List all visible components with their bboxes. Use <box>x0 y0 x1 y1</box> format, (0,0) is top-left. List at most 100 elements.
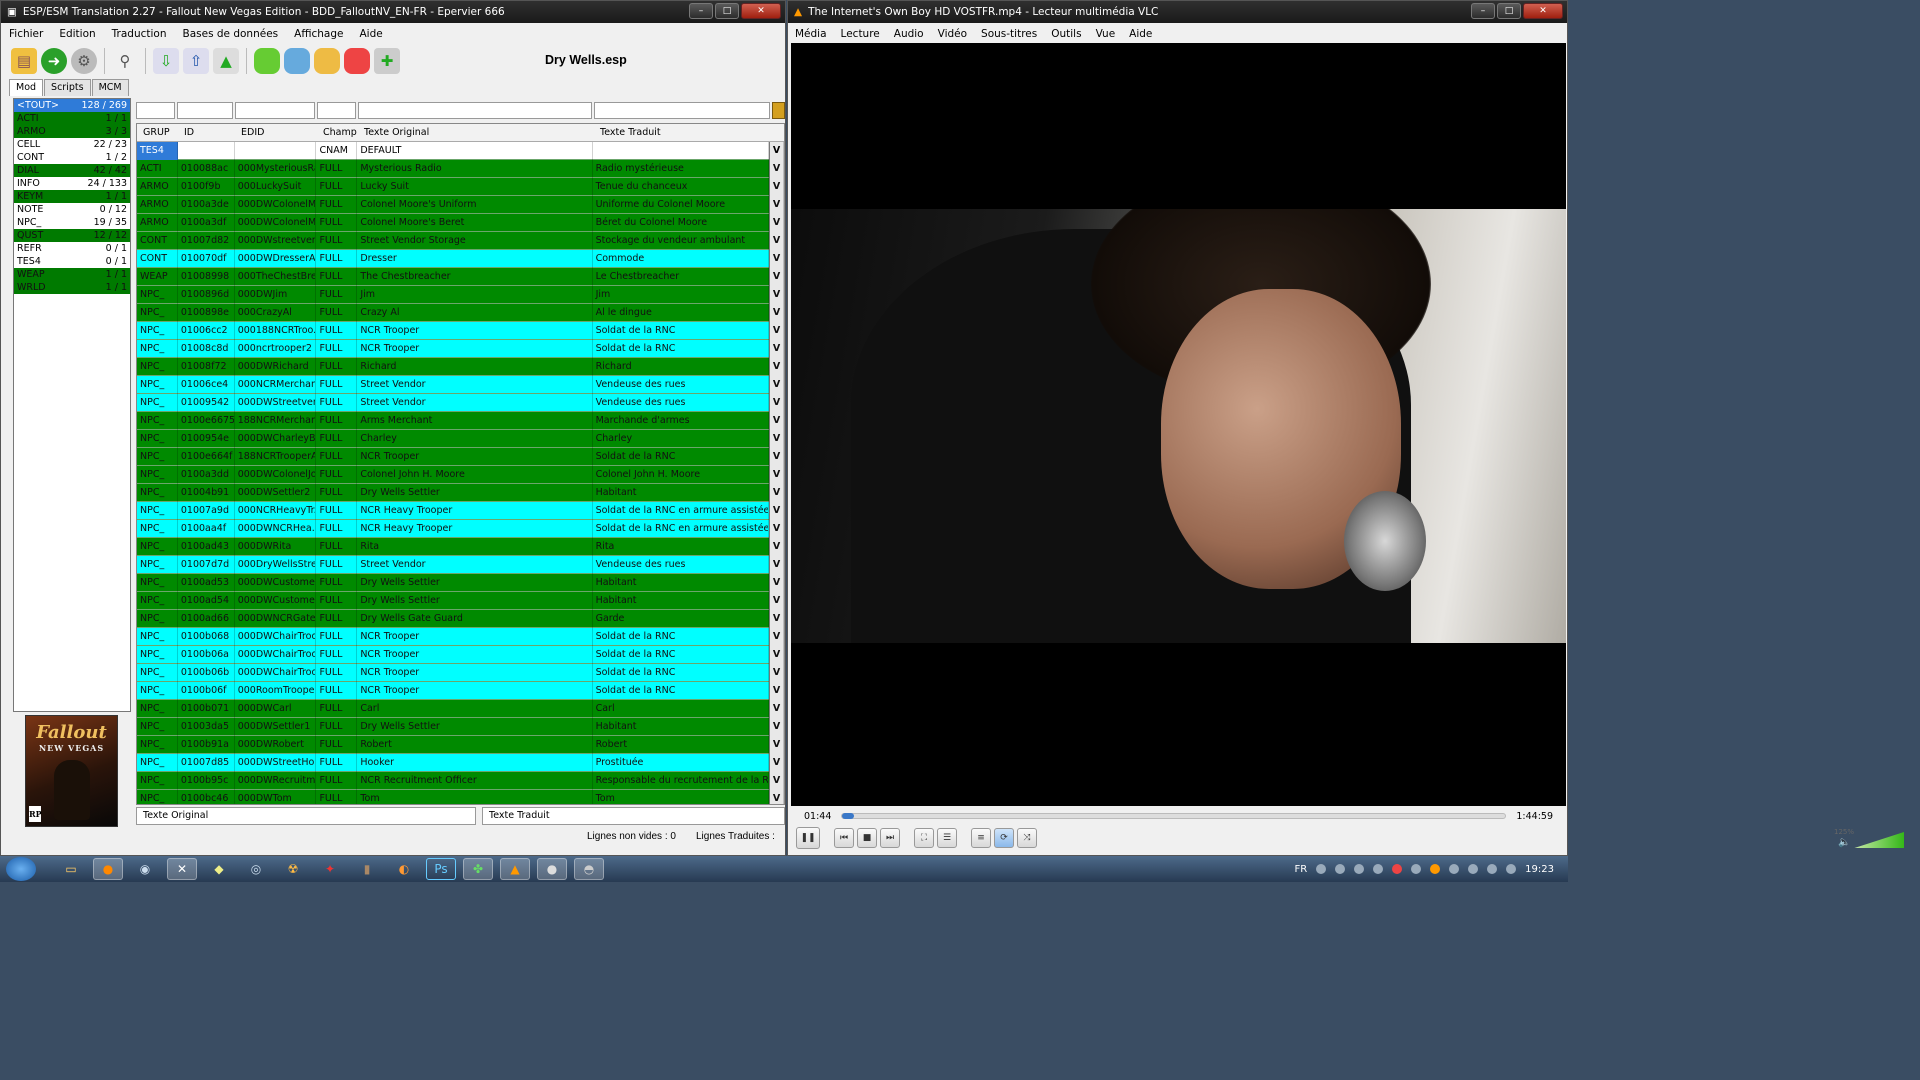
skype-icon[interactable] <box>1373 864 1384 874</box>
stop-button[interactable]: ■ <box>857 828 877 848</box>
menu-traduction[interactable]: Traduction <box>104 28 175 40</box>
validate-cell[interactable]: V <box>769 699 784 718</box>
maximize-button[interactable]: □ <box>715 3 739 19</box>
col-edid[interactable]: EDID <box>235 127 317 138</box>
menu-aide[interactable]: Aide <box>351 28 390 40</box>
validate-cell[interactable]: V <box>769 591 784 610</box>
table-row[interactable]: NPC_01007d7d000DryWellsStre...FULLStreet… <box>137 555 784 574</box>
vlc-menu-lecture[interactable]: Lecture <box>834 28 887 40</box>
vlc-menu-outils[interactable]: Outils <box>1044 28 1088 40</box>
video-area[interactable] <box>791 43 1566 806</box>
filter-button[interactable] <box>772 102 785 119</box>
language-indicator[interactable]: FR <box>1294 864 1307 875</box>
col-champ[interactable]: Champ <box>317 127 358 138</box>
validate-cell[interactable]: V <box>769 357 784 376</box>
shuffle-button[interactable]: ⤨ <box>1017 828 1037 848</box>
validate-cell[interactable]: V <box>769 681 784 700</box>
table-row[interactable]: NPC_ 0100b95c 000DWRecruitm... FULL NCR Recr… <box>137 771 784 790</box>
col-texte-traduit[interactable]: Texte Traduit <box>594 127 771 138</box>
table-row[interactable]: NPC_ 0100898e 000CrazyAl FULL Crazy Al Al le … <box>137 303 784 322</box>
table-row[interactable]: NPC_ 0100ad66 000DWNCRGate FULL Dry Wells Ga… <box>137 609 784 628</box>
record-type-item[interactable]: INFO 24 / 133 <box>14 177 130 190</box>
fullscreen-button[interactable]: ⛶ <box>914 828 934 848</box>
validate-cell[interactable]: V <box>769 303 784 322</box>
database-blue-icon[interactable] <box>284 48 310 74</box>
cloud-icon[interactable] <box>1335 864 1346 874</box>
table-row[interactable]: NPC_ 0100896d 000DWJim FULL Jim Jim V <box>137 285 784 304</box>
forward-arrow-icon[interactable]: ➜ <box>41 48 67 74</box>
table-row[interactable]: NPC_ 0100b91a 000DWRobert FULL Robert Robert V <box>137 735 784 754</box>
menu-affichage[interactable]: Affichage <box>286 28 351 40</box>
validate-cell[interactable]: V <box>769 159 784 178</box>
seek-track[interactable] <box>841 813 1507 819</box>
validate-cell[interactable]: V <box>769 663 784 682</box>
validate-cell[interactable]: V <box>769 627 784 646</box>
record-type-item[interactable]: WEAP 1 / 1 <box>14 268 130 281</box>
table-row[interactable]: NPC_ 01007a9d 000NCRHeavyTr... FULL NCR Heav… <box>137 501 784 520</box>
record-type-item[interactable]: NPC_ 19 / 35 <box>14 216 130 229</box>
table-row[interactable]: NPC_ 01006ce4 000NCRMerchant FULL Street Ven… <box>137 375 784 394</box>
validate-cell[interactable]: V <box>769 735 784 754</box>
validate-cell[interactable]: V <box>769 573 784 592</box>
volume-tray-icon[interactable] <box>1506 864 1517 874</box>
col-id[interactable]: ID <box>178 127 235 138</box>
table-row[interactable]: ARMO 0100a3de 000DWColonelM... FULL Colonel … <box>137 195 784 214</box>
filter-id-input[interactable] <box>177 102 233 119</box>
menu-edition[interactable]: Edition <box>51 28 103 40</box>
validate-cell[interactable]: V <box>769 339 784 358</box>
table-row[interactable]: NPC_ 0100954e 000DWCharleyB... FULL Charley C… <box>137 429 784 448</box>
table-row[interactable]: NPC_ 0100ad53 000DWCustomer1 FULL Dry Wells … <box>137 573 784 592</box>
record-type-item[interactable]: ARMO 3 / 3 <box>14 125 130 138</box>
validate-cell[interactable]: V <box>769 771 784 790</box>
vlc-titlebar[interactable]: ▲ The Internet's Own Boy HD VOSTFR.mp4 -… <box>788 1 1567 23</box>
firefox-icon[interactable]: ● <box>93 858 123 880</box>
record-type-item[interactable]: TES4 0 / 1 <box>14 255 130 268</box>
record-type-list[interactable]: <TOUT> 128 / 269 ACTI 1 / 1 ARMO 3 / 3 CELL 22 … <box>13 98 131 712</box>
vlc-menu-aide[interactable]: Aide <box>1122 28 1159 40</box>
extended-settings-button[interactable]: ☰ <box>937 828 957 848</box>
validate-cell[interactable]: V <box>769 231 784 250</box>
validate-cell[interactable]: V <box>769 483 784 502</box>
validate-cell[interactable]: V <box>769 141 784 160</box>
validate-cell[interactable]: V <box>769 447 784 466</box>
col-grup[interactable]: GRUP <box>137 127 178 138</box>
validate-cell[interactable]: V <box>769 213 784 232</box>
validate-cell[interactable]: V <box>769 249 784 268</box>
record-type-item[interactable]: <TOUT> 128 / 269 <box>14 99 130 112</box>
table-row[interactable]: NPC_ 0100e664f 188NCRTrooperA FULL NCR Troop… <box>137 447 784 466</box>
vlc-task-icon[interactable]: ▲ <box>500 858 530 880</box>
filter-edid-input[interactable] <box>235 102 315 119</box>
folder-icon[interactable]: ◆ <box>204 858 234 880</box>
table-row[interactable]: NPC_0100b068000DWChairTroo...FULLNCR Tro… <box>137 627 784 646</box>
flag-icon[interactable] <box>1468 864 1479 874</box>
photoshop-icon[interactable]: Ps <box>426 858 456 880</box>
explorer-icon[interactable]: ▭ <box>56 858 86 880</box>
network-icon[interactable] <box>1487 864 1498 874</box>
table-row[interactable]: ACTI 010088ac 000MysteriousRa FULL Mysteriou… <box>137 159 784 178</box>
vlc-menu-audio[interactable]: Audio <box>887 28 931 40</box>
record-type-item[interactable]: CONT 1 / 2 <box>14 151 130 164</box>
close-button[interactable]: ✕ <box>741 3 781 19</box>
filter-original-input[interactable] <box>358 102 592 119</box>
filter-champ-input[interactable] <box>317 102 356 119</box>
vlc-maximize-button[interactable]: □ <box>1497 3 1521 19</box>
esp-titlebar[interactable]: ▣ ESP/ESM Translation 2.27 - Fallout New… <box>1 1 785 23</box>
steam-icon[interactable]: ◉ <box>130 858 160 880</box>
record-type-item[interactable]: CELL 22 / 23 <box>14 138 130 151</box>
vlc-menu-soustitres[interactable]: Sous-titres <box>974 28 1044 40</box>
tab-scripts[interactable]: Scripts <box>44 79 91 96</box>
validate-cell[interactable]: V <box>769 321 784 340</box>
upload-icon[interactable]: ▲ <box>213 48 239 74</box>
validate-cell[interactable]: V <box>769 789 784 804</box>
clover-icon[interactable]: ✤ <box>463 858 493 880</box>
validate-cell[interactable]: V <box>769 501 784 520</box>
table-row[interactable]: NPC_ 0100aa4f 000DWNCRHea... FULL NCR Heavy … <box>137 519 784 538</box>
tab-mod[interactable]: Mod <box>9 79 44 96</box>
validate-cell[interactable]: V <box>769 195 784 214</box>
table-row[interactable]: NPC_ 0100ad43 000DWRita FULL Rita Rita V <box>137 537 784 556</box>
table-row[interactable]: NPC_0100b06a000DWChairTroo...FULLNCR Tro… <box>137 645 784 664</box>
validate-cell[interactable]: V <box>769 717 784 736</box>
import-icon[interactable]: ⇩ <box>153 48 179 74</box>
validate-cell[interactable]: V <box>769 555 784 574</box>
validate-cell[interactable]: V <box>769 285 784 304</box>
